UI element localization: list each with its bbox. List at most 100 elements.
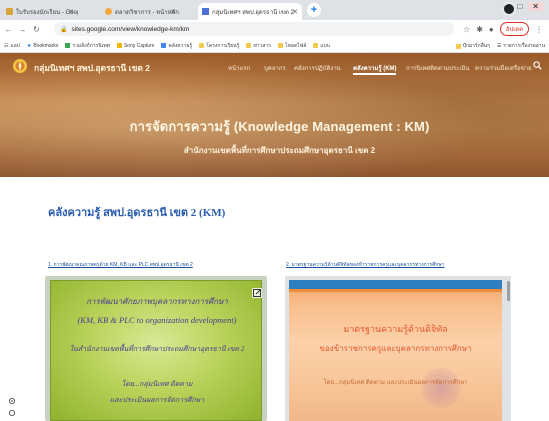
bookmark-item[interactable]: รวมลิงก์การนิเทศ — [65, 42, 110, 50]
close-tab-icon[interactable]: ✕ — [68, 8, 74, 16]
extensions-icon[interactable]: ✱ — [476, 25, 483, 34]
slide-text: โดย...กลุ่มนิเทศ ติดตาม — [121, 380, 193, 388]
bookmarks-right: บุ๊กมาร์กอื่นๆ ☰ รายการเรื่องรออ่าน — [449, 39, 545, 52]
nav-network[interactable]: ความร่วมมือเครือข่าย — [475, 63, 532, 73]
slide-cover: มาตรฐานความรู้ด้านดิจิทัล ของข้าราชการคร… — [289, 280, 502, 421]
close-tab-icon[interactable]: ✕ — [170, 8, 176, 16]
emblem-icon — [421, 368, 461, 408]
maximize-button[interactable]: □ — [517, 2, 522, 11]
embed-scrollbar[interactable] — [507, 281, 510, 301]
folder-icon — [277, 43, 283, 48]
slide-text: ของข้าราชการครูและบุคลากรทางการศึกษา — [319, 344, 472, 353]
bookmark-label: แบบ — [320, 42, 330, 49]
slide-text: ในสำนักงานเขตพื้นที่การศึกษาประถมศึกษาอุ… — [69, 345, 245, 353]
reading-list-icon: ☰ — [496, 43, 502, 49]
toolbar-actions: ☆ ✱ ● อัปเดต ⋮ — [463, 22, 543, 36]
nav-home[interactable]: หน้าแรก — [228, 63, 250, 73]
bookmark-item[interactable]: โหลดไฟล์ — [277, 42, 307, 50]
browser-tab[interactable]: ใบรับรองนักเรียน - Google ไดรฟ์ ✕ — [2, 3, 78, 20]
close-tab-icon[interactable]: ✕ — [292, 8, 298, 16]
nav-staff[interactable]: บุคลากร — [264, 63, 286, 73]
new-tab-button[interactable]: + — [307, 3, 321, 17]
bookmark-label: บุ๊กมาร์กอื่นๆ — [462, 43, 490, 49]
bookmark-label: แอป — [10, 42, 20, 49]
card-caption[interactable]: 1. การพัฒนาคุณภาพครูด้วย KM, KB และ PLC … — [48, 261, 193, 269]
slide-text: การพัฒนาศักยภาพบุคลากรทางการศึกษา — [86, 297, 228, 306]
slide-text: มาตรฐานความรู้ด้านดิจิทัล — [343, 324, 448, 334]
bookmark-label: Bookmarks — [33, 42, 59, 49]
bookmark-label: Sony Capture — [123, 42, 155, 49]
nav-active-indicator — [353, 73, 396, 75]
tab-label: กลุ่มนิเทศฯ สพป.อุดรธานี เขต 2 — [212, 9, 294, 16]
folder-icon — [65, 43, 71, 48]
address-bar[interactable]: 🔒 sites.google.com/view/knowledge-km/km — [54, 22, 454, 36]
folder-icon — [199, 43, 205, 48]
drive-icon — [6, 8, 13, 15]
menu-icon[interactable]: ⋮ — [535, 25, 543, 34]
star-icon[interactable]: ☆ — [463, 25, 470, 34]
bookmark-item[interactable]: บุ๊กมาร์กอื่นๆ — [455, 42, 490, 50]
info-icon[interactable] — [8, 409, 16, 417]
slide-cover: การพัฒนาศักยภาพบุคลากรทางการศึกษา (KM, K… — [50, 280, 262, 421]
bookmark-label: โครงการเรียนรู้ — [206, 42, 240, 49]
apps-icon: ☷ — [4, 42, 9, 49]
bookmark-item[interactable]: โครงการเรียนรู้ — [199, 42, 239, 50]
bookmark-label: คลังความรู้ — [168, 42, 193, 49]
bookmark-item[interactable]: ข่าวสาร — [246, 42, 271, 50]
star-icon: ★ — [26, 42, 32, 49]
bookmark-label: รายการเรื่องรออ่าน — [503, 43, 545, 49]
lock-icon: 🔒 — [60, 26, 68, 33]
embedded-slide-left[interactable]: การพัฒนาศักยภาพบุคลากรทางการศึกษา (KM, K… — [45, 276, 267, 421]
reload-icon[interactable]: ↻ — [31, 25, 42, 34]
browser-tab[interactable]: ตลาดวิชาการ - หน้าหลัก ✕ — [101, 3, 180, 20]
bookmark-item[interactable]: แบบ — [313, 42, 330, 50]
folder-icon — [116, 43, 122, 48]
browser-tab-strip: ใบรับรองนักเรียน - Google ไดรฟ์ ✕ ตลาดวิ… — [0, 0, 549, 20]
hero-title: การจัดการความรู้ (Knowledge Management :… — [129, 119, 430, 134]
gear-icon[interactable] — [8, 397, 16, 405]
site-logo[interactable] — [12, 58, 28, 74]
card-caption[interactable]: 2. มาตรฐานความรู้ด้านดิจิทัลของข้าราชการ… — [286, 261, 445, 269]
embedded-slide-right[interactable]: มาตรฐานความรู้ด้านดิจิทัล ของข้าราชการคร… — [285, 276, 511, 421]
page-heading: คลังความรู้ สพป.อุดรธานี เขต 2 (KM) — [48, 207, 226, 219]
browser-tab-active[interactable]: กลุ่มนิเทศฯ สพป.อุดรธานี เขต 2 ✕ — [198, 3, 302, 20]
folder-icon — [313, 43, 319, 48]
close-window-button[interactable]: ✕ — [528, 2, 543, 11]
update-button[interactable]: อัปเดต — [499, 22, 529, 36]
account-icon[interactable]: ● — [489, 25, 494, 34]
bookmark-item[interactable]: ☷ แอป — [4, 42, 20, 50]
folder-icon — [161, 43, 167, 48]
site-nav: กลุ่มนิเทศฯ สพป.อุดรธานี เขต 2 หน้าแรก บ… — [0, 53, 549, 79]
back-icon[interactable]: ← — [3, 25, 14, 34]
bookmark-label: โหลดไฟล์ — [284, 42, 307, 49]
forward-icon[interactable]: → — [17, 25, 28, 34]
slide-text: โดย...กลุ่มนิเทศ ติดตาม และประเมินผลการจ… — [323, 380, 468, 386]
nav-practice[interactable]: คลังการปฏิบัติงาน — [294, 63, 341, 73]
hero-subtitle: สำนักงานเขตพื้นที่การศึกษาประถมศึกษาอุดร… — [183, 146, 376, 155]
open-in-new-icon[interactable] — [252, 288, 262, 298]
slide-text: (KM, KB & PLC to organization developmen… — [77, 315, 237, 325]
slide-header-bar — [289, 280, 502, 289]
bookmark-label: รวมลิงก์การนิเทศ — [72, 42, 110, 49]
bookmark-item[interactable]: คลังความรู้ — [161, 42, 192, 50]
site-header: กลุ่มนิเทศฯ สพป.อุดรธานี เขต 2 หน้าแรก บ… — [0, 53, 549, 177]
site-name[interactable]: กลุ่มนิเทศฯ สพป.อุดรธานี เขต 2 — [34, 61, 150, 75]
slide-header-stripe — [289, 289, 502, 292]
search-icon[interactable] — [533, 61, 542, 70]
window-controls: — □ ✕ — [503, 2, 543, 11]
nav-km[interactable]: คลังความรู้ (KM) — [353, 63, 397, 73]
address-text: sites.google.com/view/knowledge-km/km — [71, 25, 190, 33]
nav-supervision[interactable]: การนิเทศติดตามประเมิน — [406, 63, 470, 73]
site-icon — [105, 8, 112, 15]
minimize-button[interactable]: — — [503, 2, 511, 11]
slide-text: และประเมินผลการจัดการศึกษา — [109, 396, 205, 404]
bookmark-item[interactable]: Sony Capture — [116, 42, 155, 49]
browser-toolbar: ← → ↻ 🔒 sites.google.com/view/knowledge-… — [0, 20, 549, 39]
bookmark-label: ข่าวสาร — [253, 42, 271, 49]
folder-icon — [246, 43, 252, 48]
bookmarks-bar: ☷ แอป ★ Bookmarks รวมลิงก์การนิเทศ Sony Ca… — [0, 39, 549, 53]
google-sites-icon — [202, 8, 209, 15]
folder-icon — [455, 43, 461, 49]
bookmark-item[interactable]: ★ Bookmarks — [27, 43, 59, 49]
bookmark-item[interactable]: ☰ รายการเรื่องรออ่าน — [497, 42, 545, 50]
